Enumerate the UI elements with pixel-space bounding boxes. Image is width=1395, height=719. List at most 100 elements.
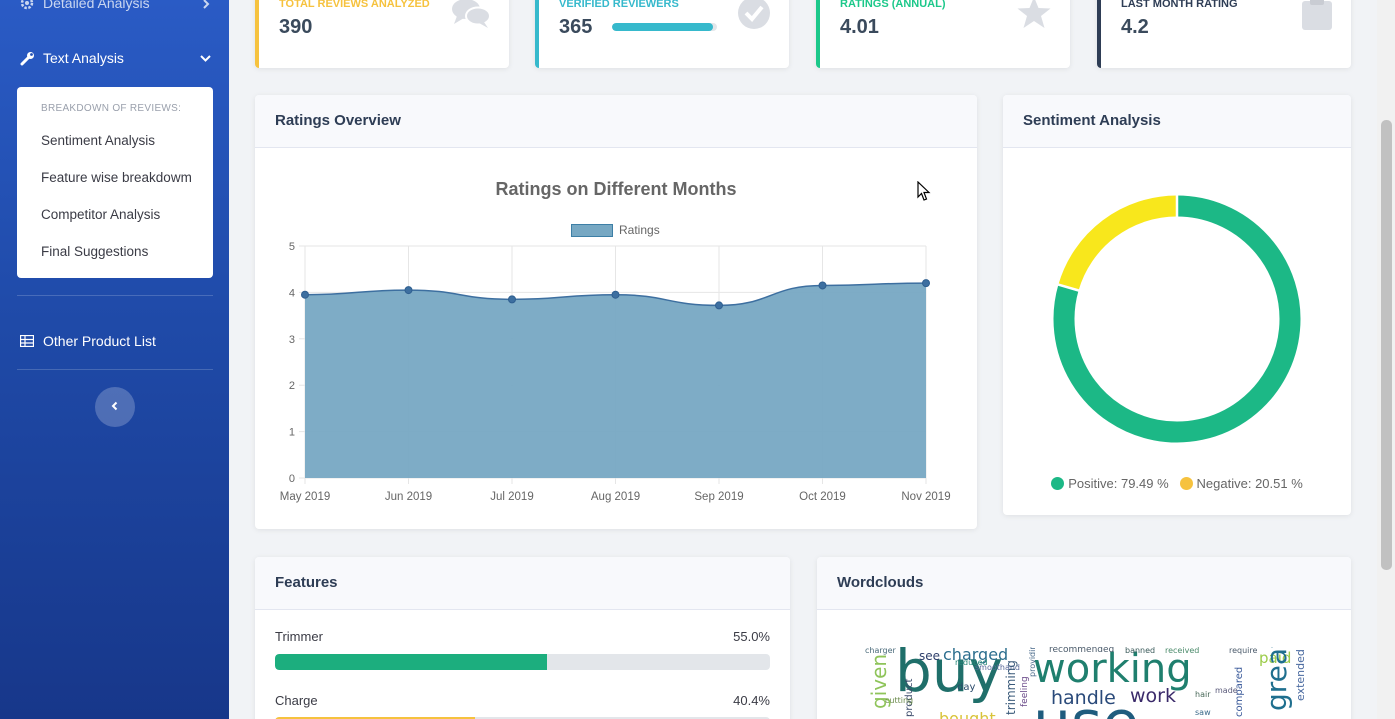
feature-progress-fill — [275, 654, 548, 670]
verified-progress-bar — [612, 23, 717, 31]
positive-label[interactable]: Positive: 79.49 % — [1068, 476, 1168, 491]
scrollbar-thumb[interactable] — [1381, 120, 1392, 570]
word-saw: saw — [1195, 708, 1211, 717]
submenu-item-final-suggestions[interactable]: Final Suggestions — [41, 244, 148, 259]
submenu-item-competitor-analysis[interactable]: Competitor Analysis — [41, 207, 160, 222]
submenu-item-feature-breakdown[interactable]: Feature wise breakdowm — [41, 170, 192, 185]
stat-label: VERIFIED REVIEWERS — [559, 0, 679, 10]
ratings-overview-card: Ratings Overview Ratings on Different Mo… — [255, 95, 977, 529]
wordclouds-title: Wordclouds — [817, 557, 1351, 610]
word-providing: providing — [1028, 647, 1037, 677]
chevron-left-icon — [110, 398, 120, 416]
sidebar-toggle-button[interactable] — [95, 387, 135, 427]
submenu-item-sentiment-analysis[interactable]: Sentiment Analysis — [41, 133, 155, 148]
chevron-right-icon — [201, 0, 211, 12]
table-icon — [19, 333, 35, 349]
verified-progress-fill — [612, 23, 713, 31]
y-tick-label: 5 — [289, 241, 295, 253]
sentiment-donut-chart — [1053, 194, 1301, 443]
stat-card-last-month-rating: LAST MONTH RATING 4.2 — [1097, 0, 1351, 68]
wordcloud-image: buy working handle work charged given se… — [865, 647, 1305, 719]
submenu-header: BREAKDOWN OF REVIEWS: — [41, 103, 182, 114]
ratings-data-point[interactable] — [818, 281, 827, 290]
y-tick-label: 3 — [289, 334, 295, 346]
feature-name: Charge — [275, 693, 318, 708]
ratings-data-point[interactable] — [715, 301, 723, 310]
x-tick-label: Jul 2019 — [490, 491, 533, 503]
feature-percent: 40.4% — [733, 693, 770, 708]
negative-label[interactable]: Negative: 20.51 % — [1197, 476, 1303, 491]
word-recommended: recommended — [1049, 647, 1115, 655]
ratings-area-fill — [305, 283, 926, 478]
feature-percent: 55.0% — [733, 629, 770, 644]
stat-card-total-reviews: TOTAL REVIEWS ANALYZED 390 — [255, 0, 509, 68]
word-received: received — [1165, 647, 1200, 655]
nav-other-product-list[interactable]: Other Product List — [0, 326, 229, 356]
sidebar: Detailed Analysis Text Analysis BREAKDOW… — [0, 0, 229, 719]
sidebar-divider — [17, 295, 213, 296]
sentiment-analysis-card: Sentiment Analysis Positive: 79.49 % Neg… — [1003, 95, 1351, 515]
page-scrollbar[interactable] — [1377, 0, 1395, 719]
y-tick-label: 0 — [289, 473, 295, 485]
word-hair: hair — [1195, 690, 1211, 699]
y-tick-label: 2 — [289, 380, 295, 392]
word-made: made — [1215, 686, 1238, 695]
stat-label: RATINGS (ANNUAL) — [840, 0, 946, 10]
nav-detailed-analysis[interactable]: Detailed Analysis — [0, 0, 229, 18]
y-tick-label: 1 — [289, 427, 295, 439]
donut-slice-negative[interactable] — [1058, 195, 1178, 291]
stat-label: TOTAL REVIEWS ANALYZED — [279, 0, 430, 10]
stat-label: LAST MONTH RATING — [1121, 0, 1238, 10]
word-use: use — [1033, 693, 1139, 719]
word-great: great — [1260, 647, 1293, 711]
negative-dot — [1179, 477, 1193, 490]
stat-card-verified-reviewers: VERIFIED REVIEWERS 365 — [535, 0, 789, 68]
x-tick-label: Nov 2019 — [901, 491, 950, 503]
nav-text-analysis[interactable]: Text Analysis — [0, 43, 229, 73]
stat-card-ratings-annual: RATINGS (ANNUAL) 4.01 — [816, 0, 1070, 68]
positive-dot — [1051, 477, 1065, 490]
x-tick-label: Oct 2019 — [799, 491, 846, 503]
word-cutting: cutting — [885, 696, 914, 705]
sentiment-analysis-title: Sentiment Analysis — [1003, 95, 1351, 148]
chevron-down-icon — [200, 51, 211, 67]
ratings-data-point[interactable] — [301, 290, 309, 299]
sidebar-divider — [17, 369, 213, 370]
word-day: day — [957, 682, 976, 693]
features-card: Features Trimmer 55.0% Charge 40.4% — [255, 557, 790, 719]
word-see: see — [919, 649, 941, 663]
word-banned: banned — [1125, 647, 1156, 655]
word-trimming: trimming — [1004, 660, 1018, 715]
wordclouds-card: Wordclouds buy working handle work charg… — [817, 557, 1351, 719]
gear-icon — [19, 0, 35, 11]
word-feeling: feeling — [1020, 676, 1030, 707]
sentiment-legend: Positive: 79.49 % Negative: 20.51 % — [1003, 476, 1351, 491]
y-tick-label: 4 — [289, 287, 295, 299]
nav-other-product-list-label: Other Product List — [43, 333, 156, 349]
stat-value: 365 — [559, 16, 593, 38]
stat-accent-bar — [535, 0, 539, 68]
wrench-icon — [19, 50, 35, 66]
x-tick-label: Aug 2019 — [591, 491, 640, 503]
ratings-data-point[interactable] — [922, 279, 930, 288]
clipboard-icon — [1301, 0, 1333, 35]
feature-progress-bar — [275, 654, 770, 670]
feature-name: Trimmer — [275, 629, 323, 644]
ratings-data-point[interactable] — [404, 286, 413, 295]
ratings-chart: 0 1 2 3 4 5 May 2019 Jun 2019 Jul 2019 Aug 2019 Se… — [280, 241, 951, 503]
stat-value: 390 — [279, 16, 313, 38]
stat-accent-bar — [816, 0, 820, 68]
nav-text-analysis-label: Text Analysis — [43, 50, 124, 66]
features-title: Features — [255, 557, 790, 610]
star-icon — [1016, 0, 1052, 35]
word-working: working — [1033, 647, 1192, 692]
nav-detailed-analysis-label: Detailed Analysis — [43, 0, 150, 11]
stat-accent-bar — [255, 0, 259, 68]
word-reduced: reduced — [955, 658, 988, 667]
x-tick-label: Jun 2019 — [385, 491, 432, 503]
stat-value: 4.01 — [840, 16, 879, 38]
ratings-data-point[interactable] — [508, 295, 516, 304]
ratings-data-point[interactable] — [611, 290, 620, 299]
x-tick-label: Sep 2019 — [694, 491, 743, 503]
x-tick-label: May 2019 — [280, 491, 331, 503]
